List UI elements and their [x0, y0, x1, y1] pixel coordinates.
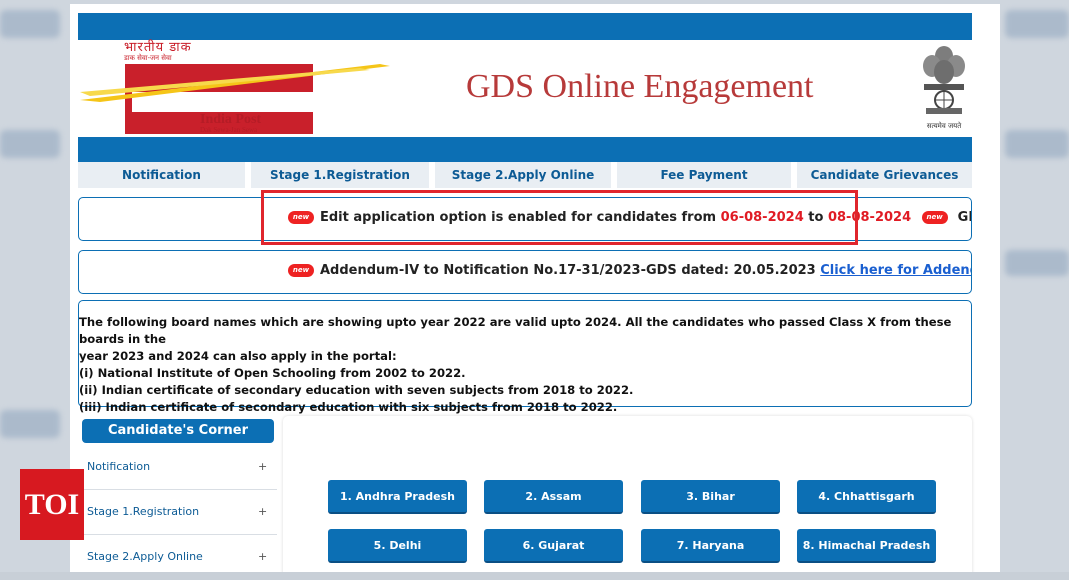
- new-badge-icon: new: [288, 264, 314, 277]
- state-button-chhattisgarh[interactable]: 4. Chhattisgarh: [797, 480, 936, 514]
- state-button-haryana[interactable]: 7. Haryana: [641, 529, 780, 563]
- news-line-2: new Addendum-IV to Notification No.17-31/…: [288, 263, 971, 278]
- nav-item-registration[interactable]: Stage 1.Registration: [251, 162, 429, 188]
- expand-plus-icon[interactable]: +: [258, 460, 267, 473]
- header-bottom-band: [78, 137, 972, 162]
- toi-watermark-logo: TOI: [20, 469, 84, 540]
- background-blur: [1005, 130, 1069, 158]
- nav-item-apply-online[interactable]: Stage 2.Apply Online: [435, 162, 611, 188]
- logo-hindi-text: भारतीय डाक: [124, 40, 192, 55]
- state-button-delhi[interactable]: 5. Delhi: [328, 529, 467, 563]
- expand-plus-icon[interactable]: +: [258, 550, 267, 563]
- annotation-highlight-box: [261, 190, 858, 245]
- emblem-caption: सत्यमेव जयते: [926, 122, 962, 130]
- background-blur: [0, 10, 60, 38]
- state-button-himachal-pradesh[interactable]: 8. Himachal Pradesh: [797, 529, 936, 563]
- notice-line: The following board names which are show…: [79, 315, 952, 346]
- addendum-link[interactable]: Click here for Addendum: [820, 263, 971, 278]
- news-text: Addendum-IV to Notification No.17-31/202…: [320, 263, 821, 278]
- state-button-assam[interactable]: 2. Assam: [484, 480, 623, 514]
- corner-item-label: Notification: [87, 460, 151, 473]
- notice-line: (ii) Indian certificate of secondary edu…: [79, 383, 634, 397]
- notice-line: year 2023 and 2024 can also apply in the…: [79, 349, 397, 363]
- corner-item-label: Stage 2.Apply Online: [87, 550, 203, 563]
- corner-item-label: Stage 1.Registration: [87, 505, 200, 518]
- nav-item-notification[interactable]: Notification: [78, 162, 245, 188]
- state-button-gujarat[interactable]: 6. Gujarat: [484, 529, 623, 563]
- new-badge-icon: new: [921, 211, 948, 224]
- notice-line: (i) National Institute of Open Schooling…: [79, 366, 466, 380]
- page-title: GDS Online Engagement: [466, 68, 814, 105]
- logo-yellow-streak-icon: [80, 64, 390, 102]
- board-notice: The following board names which are show…: [78, 300, 972, 414]
- site-header: भारतीय डाक डाक सेवा-जन सेवा India Post D…: [78, 40, 972, 137]
- background-blur: [0, 410, 60, 438]
- corner-item-registration[interactable]: Stage 1.Registration +: [78, 491, 277, 535]
- background-blur: [1005, 10, 1069, 38]
- logo-hindi-tagline: डाक सेवा-जन सेवा: [124, 54, 172, 62]
- nav-item-grievances[interactable]: Candidate Grievances: [797, 162, 972, 188]
- state-button-bihar[interactable]: 3. Bihar: [641, 480, 780, 514]
- expand-plus-icon[interactable]: +: [258, 505, 267, 518]
- news-marquee-2: new Addendum-IV to Notification No.17-31/…: [78, 250, 972, 294]
- news-trailing-text: GDS Online: [957, 210, 971, 225]
- background-blur: [0, 130, 60, 158]
- background-blur: [1005, 250, 1069, 276]
- logo-english-tagline: Dak Sewa-Jan Sewa: [200, 126, 258, 134]
- candidate-corner: Candidate's Corner Notification + Stage …: [78, 416, 277, 580]
- nav-item-fee-payment[interactable]: Fee Payment: [617, 162, 791, 188]
- corner-item-notification[interactable]: Notification +: [78, 446, 277, 490]
- candidate-corner-title: Candidate's Corner: [82, 419, 274, 443]
- notice-line: (iii) Indian certificate of secondary ed…: [79, 400, 618, 414]
- portal-page: भारतीय डाक डाक सेवा-जन सेवा India Post D…: [70, 4, 1000, 580]
- horizontal-scrollbar[interactable]: [0, 572, 1069, 580]
- main-nav: Notification Stage 1.Registration Stage …: [78, 162, 972, 188]
- state-button-andhra-pradesh[interactable]: 1. Andhra Pradesh: [328, 480, 467, 514]
- header-top-band: [78, 13, 972, 40]
- national-emblem-icon: [923, 46, 965, 114]
- india-post-logo[interactable]: भारतीय डाक डाक सेवा-जन सेवा India Post D…: [80, 40, 390, 135]
- state-selection-panel: 1. Andhra Pradesh 2. Assam 3. Bihar 4. C…: [283, 416, 972, 580]
